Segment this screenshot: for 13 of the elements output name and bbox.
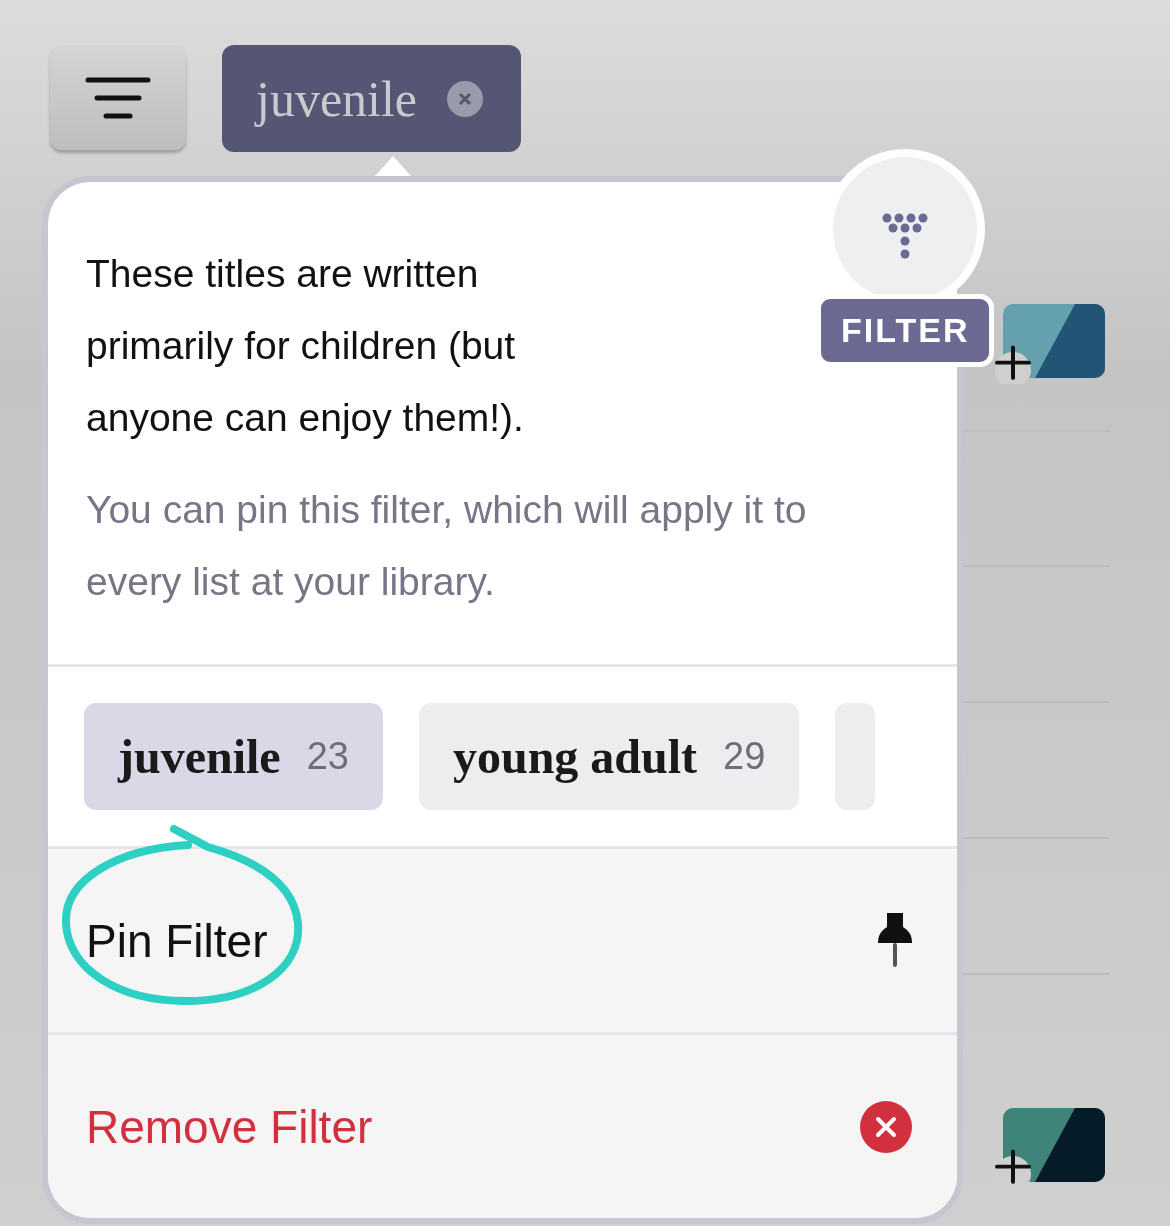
filter-option[interactable]: young adult 29 [418, 703, 800, 810]
remove-filter-action[interactable]: Remove Filter [86, 1099, 373, 1154]
menu-icon [85, 75, 151, 120]
filter-option[interactable]: juvenile 23 [84, 703, 383, 810]
menu-button[interactable] [50, 45, 186, 150]
pin-filter-action[interactable]: Pin Filter [86, 913, 268, 968]
close-icon [447, 80, 484, 117]
remove-icon[interactable] [859, 1099, 913, 1154]
filter-chip[interactable]: juvenile [222, 45, 522, 152]
pushpin-icon[interactable] [877, 912, 913, 969]
filter-description: These titles are written primarily for children (but anyone can enjoy them!). [86, 251, 525, 441]
book-cover-icon[interactable] [995, 304, 1105, 384]
pin-hint: You can pin this filter, which will apply it to every list at your library. [86, 487, 808, 605]
